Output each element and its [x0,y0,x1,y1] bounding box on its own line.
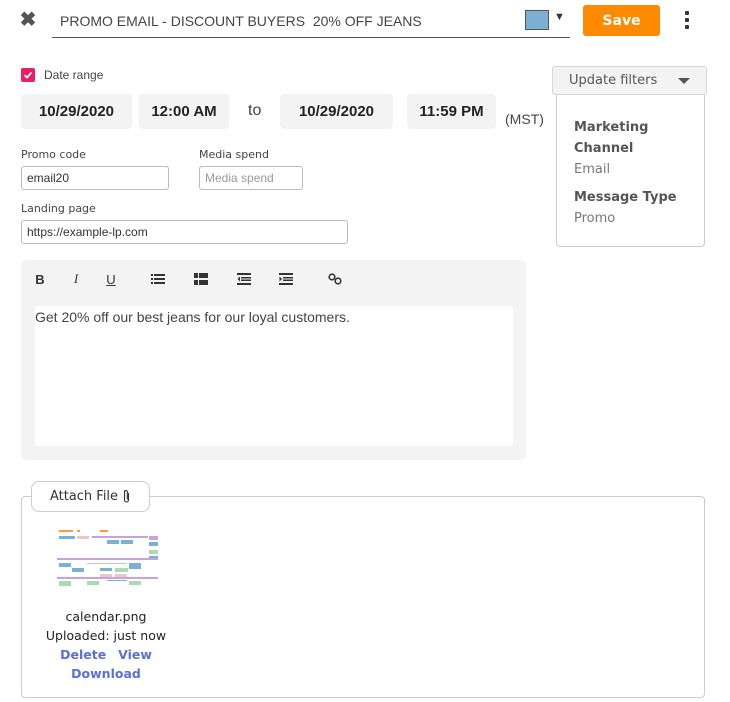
filter-value: Promo [574,211,616,226]
caret-down-icon [678,78,690,84]
filters-panel: Marketing Channel Email Message Type Pro… [556,95,705,247]
italic-button[interactable]: I [66,270,86,288]
ellipsis-dot [685,18,689,22]
start-date-field[interactable]: 10/29/2020 [21,94,132,129]
checkmark-icon [23,71,33,79]
filter-value: Email [574,162,611,177]
attach-file-button[interactable]: Attach File [31,481,150,512]
vertical-ellipsis-icon [685,11,689,15]
more-options-button[interactable] [680,8,694,32]
bulleted-list-button[interactable] [148,270,168,288]
save-button[interactable]: Save [583,5,660,36]
color-picker-caret-icon[interactable]: ▼ [554,11,565,23]
filter-item: Message Type Promo [574,187,704,229]
message-title-input[interactable] [52,5,570,38]
end-date-field[interactable]: 10/29/2020 [280,94,393,129]
promo-code-label: Promo code [21,148,86,161]
end-time-field[interactable]: 11:59 PM [407,94,496,129]
date-range-label: Date range [44,68,104,82]
close-x-icon: ✖ [19,9,37,31]
rich-text-editor: B I U Get 20% off our best jeans for our… [21,260,526,460]
ellipsis-dot [685,25,689,29]
delete-file-link[interactable]: Delete [60,647,106,662]
landing-page-label: Landing page [21,202,96,215]
to-label: to [248,102,262,119]
attach-file-label: Attach File [49,489,119,504]
bulleted-list-icon [151,274,165,284]
bold-icon: B [35,271,45,287]
download-file-link[interactable]: Download [71,666,141,681]
underline-button[interactable]: U [101,270,121,288]
promo-code-input[interactable] [21,166,169,190]
indent-icon [279,273,293,285]
indent-button[interactable] [276,270,296,288]
landing-page-input[interactable] [21,220,348,244]
numbered-list-icon [194,273,208,285]
update-filters-label: Update filters [569,73,658,88]
date-range-checkbox[interactable] [21,68,35,82]
start-time-field[interactable]: 12:00 AM [139,94,229,129]
color-swatch[interactable] [525,10,549,30]
timezone-label: (MST) [505,111,544,127]
update-filters-button[interactable]: Update filters [552,66,707,95]
filter-item: Marketing Channel Email [574,117,704,180]
file-upload-status: Uploaded: just now [45,628,167,643]
close-button[interactable]: ✖ [18,10,38,30]
link-icon [328,273,342,285]
media-spend-label: Media spend [199,148,269,161]
italic-icon: I [73,271,79,286]
filter-heading: Marketing Channel [574,120,649,156]
link-button[interactable] [325,270,345,288]
view-file-link[interactable]: View [118,647,152,662]
underline-icon: U [106,271,116,287]
outdent-icon [237,273,251,285]
file-item: calendar.png Uploaded: just now Delete V… [36,607,176,683]
filter-heading: Message Type [574,190,677,205]
file-thumbnail[interactable] [57,528,158,590]
outdent-button[interactable] [234,270,254,288]
file-name: calendar.png [65,609,147,624]
numbered-list-button[interactable] [191,270,211,288]
editor-body[interactable]: Get 20% off our best jeans for our loyal… [35,306,513,446]
media-spend-input[interactable] [199,166,303,190]
paperclip-icon [123,490,130,503]
bold-button[interactable]: B [30,270,50,288]
calendar-thumbnail-image [57,528,158,590]
